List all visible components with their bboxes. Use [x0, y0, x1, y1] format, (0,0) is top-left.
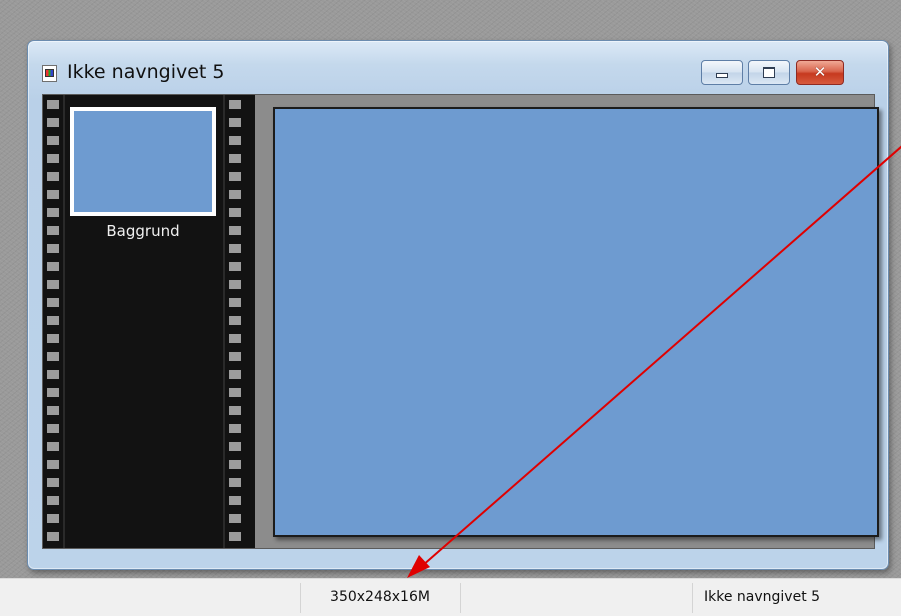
status-image-info: 350x248x16M	[330, 589, 430, 605]
status-bar: 350x248x16M Ikke navngivet 5	[0, 578, 901, 616]
image-canvas[interactable]	[273, 107, 879, 537]
document-image-icon	[42, 65, 57, 82]
workspace-background: Ikke navngivet 5 ✕ Baggrund	[0, 0, 901, 578]
minimize-icon	[716, 73, 728, 78]
close-button[interactable]: ✕	[796, 60, 844, 85]
layer-filmstrip[interactable]: Baggrund	[43, 95, 255, 548]
maximize-button[interactable]	[748, 60, 790, 85]
window-title: Ikke navngivet 5	[67, 61, 225, 83]
window-content: Baggrund	[42, 94, 879, 549]
close-icon: ✕	[813, 63, 827, 81]
minimize-button[interactable]	[701, 60, 743, 85]
film-sprockets-right	[229, 95, 241, 548]
status-panel-empty	[0, 579, 300, 616]
status-panel-middle	[460, 579, 692, 616]
window-titlebar[interactable]: Ikke navngivet 5 ✕	[28, 41, 888, 93]
document-window[interactable]: Ikke navngivet 5 ✕ Baggrund	[27, 40, 889, 570]
status-document-name: Ikke navngivet 5	[704, 589, 821, 605]
layer-thumbnail[interactable]	[70, 107, 216, 216]
film-sprockets-left	[47, 95, 59, 548]
layer-label: Baggrund	[106, 222, 180, 240]
maximize-icon	[763, 67, 775, 78]
